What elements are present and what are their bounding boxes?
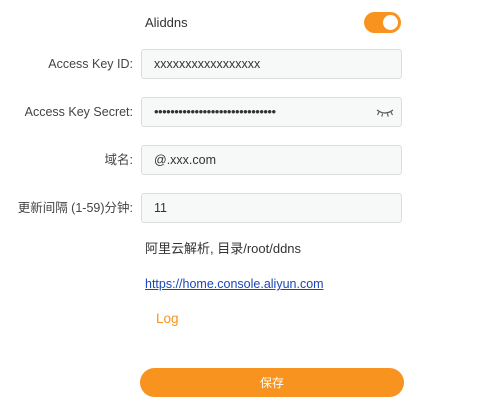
- aliyun-note: 阿里云解析, 目录/root/ddns: [145, 241, 302, 256]
- enable-toggle[interactable]: [364, 12, 401, 33]
- access-key-id-label: Access Key ID:: [48, 57, 133, 71]
- aliyun-console-link[interactable]: https://home.console.aliyun.com: [145, 275, 324, 293]
- access-key-secret-masked-value: ••••••••••••••••••••••••••••••: [154, 104, 276, 119]
- access-key-id-input[interactable]: [142, 50, 401, 78]
- update-interval-label: 更新间隔 (1-59)分钟:: [17, 201, 133, 215]
- domain-field: [141, 145, 402, 175]
- access-key-id-field: [141, 49, 402, 79]
- toggle-knob: [383, 15, 398, 30]
- log-link[interactable]: Log: [156, 310, 179, 328]
- save-button[interactable]: 保存: [140, 368, 404, 397]
- aliddns-settings-panel: Aliddns Access Key ID: Access Key Secret…: [0, 0, 493, 420]
- access-key-secret-field[interactable]: ••••••••••••••••••••••••••••••: [141, 97, 402, 127]
- access-key-secret-label: Access Key Secret:: [24, 105, 133, 119]
- plugin-title: Aliddns: [145, 15, 188, 30]
- domain-label: 域名:: [104, 153, 133, 167]
- update-interval-input[interactable]: [142, 194, 401, 222]
- update-interval-field: [141, 193, 402, 223]
- eye-closed-icon[interactable]: [375, 104, 395, 120]
- domain-input[interactable]: [142, 146, 401, 174]
